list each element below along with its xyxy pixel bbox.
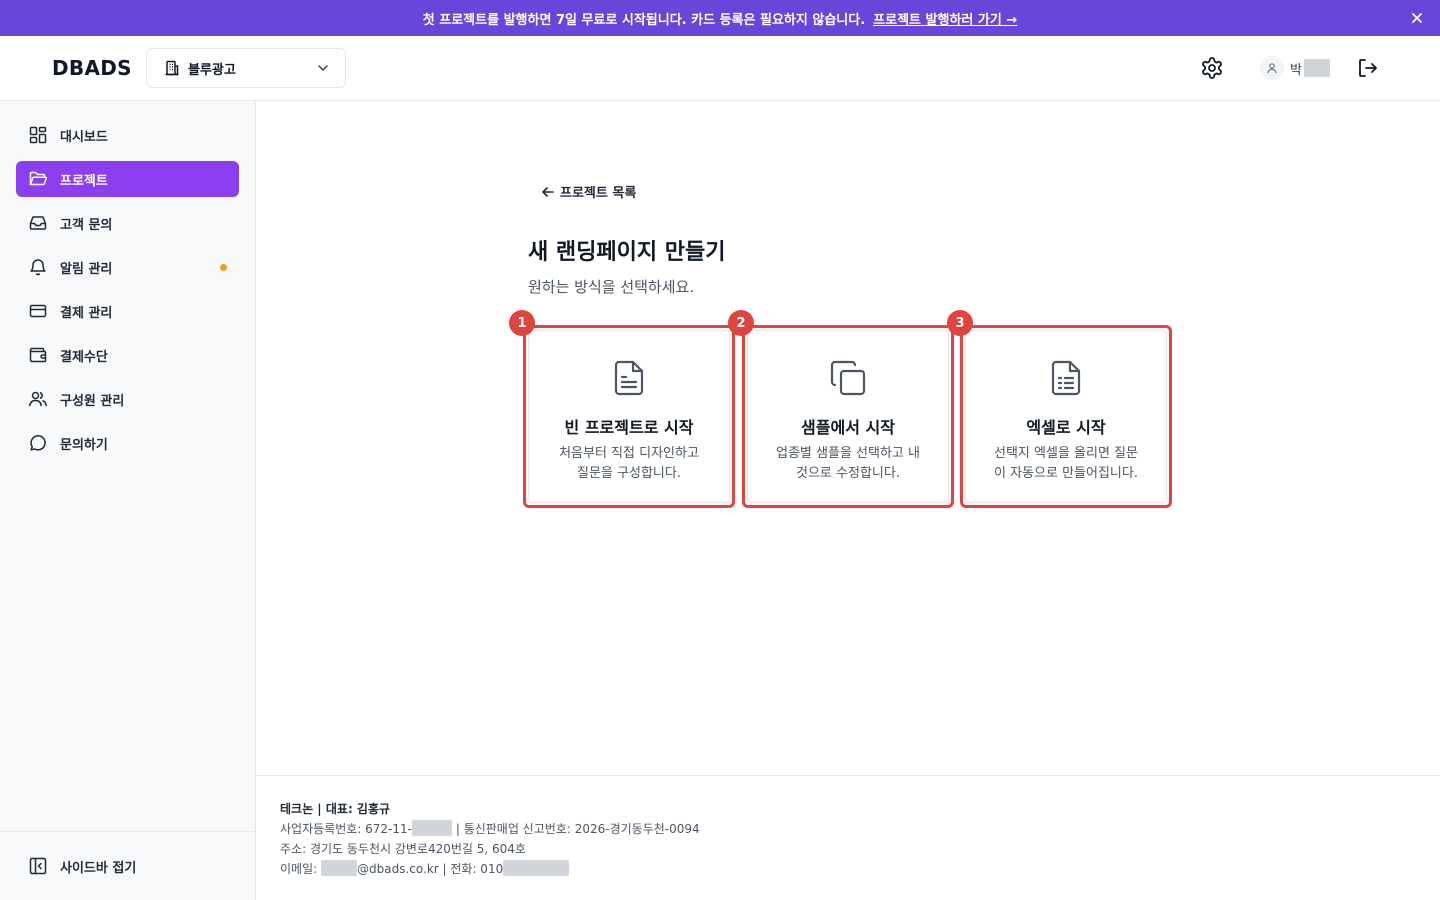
announcement-banner: 첫 프로젝트를 발행하면 7일 무료로 시작됩니다. 카드 등록은 필요하지 않… — [0, 0, 1440, 36]
banner-link[interactable]: 프로젝트 발행하러 가기 → — [873, 9, 1017, 28]
back-to-projects-link[interactable]: 프로젝트 목록 — [540, 182, 636, 201]
card-title: 엑셀로 시작 — [1026, 418, 1106, 437]
sidebar-item-label: 구성원 관리 — [60, 393, 125, 409]
sidebar-item-label: 고객 문의 — [60, 217, 113, 233]
card-description: 선택지 엑셀을 올리면 질문이 자동으로 만들어집니다. — [994, 446, 1138, 481]
sidebar-item-label: 문의하기 — [60, 437, 108, 453]
logout-icon[interactable] — [1356, 56, 1380, 80]
sidebar-item-label: 결제 관리 — [60, 305, 113, 321]
user-icon — [1267, 63, 1277, 74]
sidebar-footer: 사이드바 접기 — [0, 831, 255, 900]
step-badge: 1 — [509, 310, 535, 336]
card-title: 빈 프로젝트로 시작 — [564, 418, 694, 437]
sidebar-collapse-icon — [29, 857, 47, 875]
sidebar-item-label: 프로젝트 — [60, 173, 108, 189]
sidebar-item-billing[interactable]: 결제 관리 — [16, 293, 239, 329]
avatar — [1260, 56, 1284, 80]
sidebar-item-dashboard[interactable]: 대시보드 — [16, 117, 239, 153]
users-icon — [29, 391, 47, 407]
sidebar-item-payment-methods[interactable]: 결제수단 — [16, 337, 239, 373]
sidebar: 대시보드 프로젝트 고객 문의 알림 관리 결제 관리 결제수단 구성원 관리 … — [0, 101, 256, 900]
card-inner: 샘플에서 시작 업종별 샘플을 선택하고 내 것으로 수정합니다. — [747, 330, 949, 503]
start-from-excel-card[interactable]: 엑셀로 시작 선택지 엑셀을 올리면 질문이 자동으로 만들어집니다. — [960, 325, 1172, 508]
close-icon[interactable] — [1408, 9, 1426, 27]
sidebar-nav: 대시보드 프로젝트 고객 문의 알림 관리 결제 관리 결제수단 구성원 관리 … — [16, 117, 239, 469]
redacted-phone — [503, 860, 570, 876]
dashboard-icon — [29, 126, 47, 144]
credit-card-icon — [29, 304, 47, 318]
footer-email-label: 이메일: — [280, 862, 318, 876]
footer-mail-order-number: | 통신판매업 신고번호: 2026-경기동두천-0094 — [455, 822, 700, 836]
sidebar-item-contact[interactable]: 문의하기 — [16, 425, 239, 461]
footer-business-number: 사업자등록번호: 672-11- — [280, 822, 412, 836]
folder-icon — [29, 171, 48, 186]
app-header: DBADS 블루광고 박 — [0, 36, 1440, 101]
page-title: 새 랜딩페이지 만들기 — [528, 240, 726, 265]
page-subtitle: 원하는 방식을 선택하세요. — [528, 278, 695, 296]
chevron-down-icon — [318, 65, 328, 71]
user-menu[interactable]: 박 — [1260, 56, 1330, 80]
organization-select[interactable]: 블루광고 — [146, 48, 346, 88]
redacted-email — [321, 860, 357, 876]
app-logo[interactable]: DBADS — [52, 56, 132, 80]
footer-address: 주소: 경기도 동두천시 강변로420번길 5, 604호 — [280, 842, 526, 856]
card-inner: 엑셀로 시작 선택지 엑셀을 올리면 질문이 자동으로 만들어집니다. — [965, 330, 1167, 503]
banner-text: 첫 프로젝트를 발행하면 7일 무료로 시작됩니다. 카드 등록은 필요하지 않… — [422, 12, 866, 28]
wallet-icon — [29, 347, 47, 363]
inbox-icon — [29, 216, 47, 230]
card-title: 샘플에서 시작 — [801, 418, 895, 437]
user-name: 박 — [1290, 62, 1302, 78]
step-badge: 2 — [728, 310, 754, 336]
main-content: 프로젝트 목록 새 랜딩페이지 만들기 원하는 방식을 선택하세요. 빈 프로젝… — [256, 101, 1440, 775]
collapse-sidebar-label: 사이드바 접기 — [60, 860, 137, 876]
arrow-left-icon — [542, 186, 554, 197]
card-description: 업종별 샘플을 선택하고 내 것으로 수정합니다. — [776, 446, 920, 481]
start-from-sample-card[interactable]: 샘플에서 시작 업종별 샘플을 선택하고 내 것으로 수정합니다. — [742, 325, 954, 508]
redacted-name — [1303, 59, 1330, 77]
notification-dot — [220, 264, 227, 271]
sidebar-item-label: 결제수단 — [60, 349, 108, 365]
spreadsheet-icon — [1051, 360, 1081, 396]
sidebar-item-label: 알림 관리 — [60, 261, 113, 277]
back-link-label: 프로젝트 목록 — [560, 186, 637, 201]
start-blank-card[interactable]: 빈 프로젝트로 시작 처음부터 직접 디자인하고 질문을 구성합니다. — [523, 325, 735, 508]
copy-icon — [830, 360, 866, 396]
footer-contact: 이메일: @dbads.co.kr | 전화: 010 — [280, 860, 570, 877]
card-description: 처음부터 직접 디자인하고 질문을 구성합니다. — [559, 446, 699, 481]
sidebar-item-inquiries[interactable]: 고객 문의 — [16, 205, 239, 241]
organization-name: 블루광고 — [188, 62, 236, 78]
footer-email-phone: @dbads.co.kr | 전화: 010 — [357, 862, 504, 876]
card-inner: 빈 프로젝트로 시작 처음부터 직접 디자인하고 질문을 구성합니다. — [528, 330, 730, 503]
document-icon — [614, 360, 644, 396]
bell-icon — [30, 259, 46, 276]
footer-company: 테크논 | 대표: 김홍규 — [280, 802, 391, 816]
gear-icon[interactable] — [1200, 56, 1224, 80]
collapse-sidebar-button[interactable]: 사이드바 접기 — [28, 856, 136, 876]
sidebar-item-members[interactable]: 구성원 관리 — [16, 381, 239, 417]
building-icon — [165, 60, 179, 76]
page-footer: 테크논 | 대표: 김홍규 사업자등록번호: 672-11- | 통신판매업 신… — [256, 775, 1440, 900]
sidebar-item-label: 대시보드 — [60, 129, 108, 145]
chat-icon — [30, 435, 46, 451]
footer-business-info: 사업자등록번호: 672-11- | 통신판매업 신고번호: 2026-경기동두… — [280, 820, 700, 837]
sidebar-item-projects[interactable]: 프로젝트 — [16, 161, 239, 197]
redacted-number — [411, 820, 452, 836]
sidebar-item-notifications[interactable]: 알림 관리 — [16, 249, 239, 285]
step-badge: 3 — [947, 310, 973, 336]
